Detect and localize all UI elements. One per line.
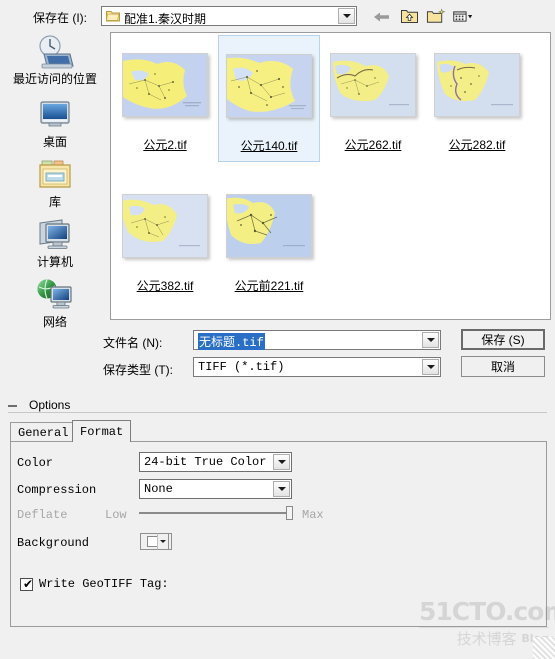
look-in-combo[interactable]: 配准1.秦汉时期 <box>101 6 357 26</box>
file-name-label[interactable]: 公元前221.tif <box>218 277 320 294</box>
sidebar-item-label: 库 <box>48 195 61 209</box>
color-value: 24-bit True Color <box>144 455 267 469</box>
write-geotiff-tag-row[interactable]: ✔ Write GeoTIFF Tag: <box>20 577 169 591</box>
save-as-dialog: 保存在 (I): 配准1.秦汉时期 最近访问的位置 桌面 库 计算机 网络 公元… <box>0 0 555 659</box>
list-item[interactable]: 公元2.tif <box>114 35 216 162</box>
tab-general[interactable]: General <box>10 422 77 442</box>
collapse-toggle-icon[interactable] <box>8 405 17 407</box>
file-name-value[interactable]: 无标题.tif <box>198 333 265 350</box>
thumbnail <box>122 188 208 268</box>
dialog-toolbar: 保存在 (I): 配准1.秦汉时期 <box>0 0 555 32</box>
watermark-sub-label: 技术博客 <box>456 630 517 648</box>
cancel-button[interactable]: 取消 <box>461 356 545 377</box>
compression-combo[interactable]: None <box>139 479 292 499</box>
background-label: Background <box>17 536 90 550</box>
deflate-label: Deflate <box>17 508 68 522</box>
file-list[interactable]: 公元2.tif 公元140.tif 公元262.tif 公元282.tif 公元… <box>110 32 551 320</box>
save-button[interactable]: 保存 (S) <box>461 329 545 350</box>
watermark: 51CTO.com 技术博客 Blog <box>419 597 555 655</box>
list-item[interactable]: 公元140.tif <box>218 35 320 162</box>
options-tabstrip: General Format <box>10 420 547 442</box>
corner-hatch-decoration <box>533 637 555 659</box>
file-name-label[interactable]: 公元282.tif <box>426 136 528 153</box>
sidebar-item-label: 计算机 <box>36 255 73 269</box>
write-geotiff-tag-label: Write GeoTIFF Tag: <box>39 577 169 591</box>
cancel-button-label: 取消 <box>490 360 515 374</box>
tab-format-label: Format <box>80 424 124 439</box>
list-item[interactable]: 公元前221.tif <box>218 176 320 303</box>
thumbnail <box>226 188 312 268</box>
file-type-value: TIFF (*.tif) <box>198 360 285 374</box>
back-arrow-icon[interactable] <box>372 7 392 26</box>
watermark-sub-text: 技术博客 Blog <box>419 630 549 648</box>
up-one-level-icon[interactable] <box>399 7 419 26</box>
file-name-input[interactable]: 无标题.tif <box>193 330 441 350</box>
file-name-label[interactable]: 公元2.tif <box>114 136 216 153</box>
deflate-slider-thumb[interactable] <box>286 506 293 520</box>
options-group-title: Options <box>24 398 76 412</box>
sidebar-item-label: 最近访问的位置 <box>12 72 97 86</box>
tab-general-label: General <box>18 425 69 440</box>
slider-low-label: Low <box>105 508 127 522</box>
folder-icon <box>106 10 120 22</box>
desktop-icon <box>34 97 76 135</box>
file-name-label[interactable]: 公元140.tif <box>219 137 319 154</box>
sidebar-item-label: 网络 <box>42 315 67 329</box>
slider-max-label: Max <box>302 508 324 522</box>
network-icon <box>34 277 76 315</box>
chevron-down-icon[interactable] <box>273 454 290 470</box>
list-item[interactable]: 公元382.tif <box>114 176 216 303</box>
chevron-down-icon[interactable] <box>273 481 290 497</box>
chevron-down-icon[interactable] <box>422 332 439 348</box>
write-geotiff-tag-checkbox[interactable]: ✔ <box>20 576 34 591</box>
sidebar-item-recent-places[interactable]: 最近访问的位置 <box>4 34 106 86</box>
file-type-label-static: 保存类型 (T): <box>103 363 173 377</box>
libraries-icon <box>34 157 76 195</box>
recent-places-icon <box>34 34 76 72</box>
compression-label: Compression <box>17 483 97 497</box>
computer-icon <box>34 217 76 255</box>
deflate-slider-track[interactable] <box>139 512 293 514</box>
current-folder-text: 配准1.秦汉时期 <box>124 12 207 26</box>
sidebar-item-desktop[interactable]: 桌面 <box>4 97 106 149</box>
chevron-down-icon[interactable] <box>422 359 439 375</box>
views-menu-icon[interactable] <box>453 7 473 26</box>
watermark-main-text: 51CTO.com <box>419 597 555 626</box>
thumbnail <box>434 47 520 127</box>
compression-value: None <box>144 482 173 496</box>
file-name-label[interactable]: 公元262.tif <box>322 136 424 153</box>
options-group-divider <box>8 412 547 413</box>
sidebar-item-network[interactable]: 网络 <box>4 277 106 329</box>
sidebar-item-label: 桌面 <box>42 135 67 149</box>
color-combo[interactable]: 24-bit True Color <box>139 452 292 472</box>
thumbnail <box>226 48 312 128</box>
sidebar-item-libraries[interactable]: 库 <box>4 157 106 209</box>
list-item[interactable]: 公元262.tif <box>322 35 424 162</box>
check-icon: ✔ <box>23 576 34 591</box>
navigation-tools <box>372 6 473 27</box>
background-color-dropdown[interactable] <box>157 533 169 550</box>
watermark-rule <box>419 627 549 628</box>
thumbnail <box>122 47 208 127</box>
file-name-label[interactable]: 公元382.tif <box>114 277 216 294</box>
tab-format[interactable]: Format <box>72 420 132 442</box>
look-in-label: 保存在 (I): <box>33 11 87 25</box>
save-button-label: 保存 (S) <box>481 333 525 347</box>
color-label: Color <box>17 456 54 470</box>
chevron-down-icon[interactable] <box>338 8 355 24</box>
file-type-combo[interactable]: TIFF (*.tif) <box>193 357 441 377</box>
create-new-folder-icon[interactable] <box>426 7 446 26</box>
thumbnail <box>330 47 416 127</box>
file-name-label-static: 文件名 (N): <box>103 336 163 350</box>
places-sidebar: 最近访问的位置 桌面 库 计算机 网络 <box>4 32 106 329</box>
list-item[interactable]: 公元282.tif <box>426 35 528 162</box>
sidebar-item-computer[interactable]: 计算机 <box>4 217 106 269</box>
